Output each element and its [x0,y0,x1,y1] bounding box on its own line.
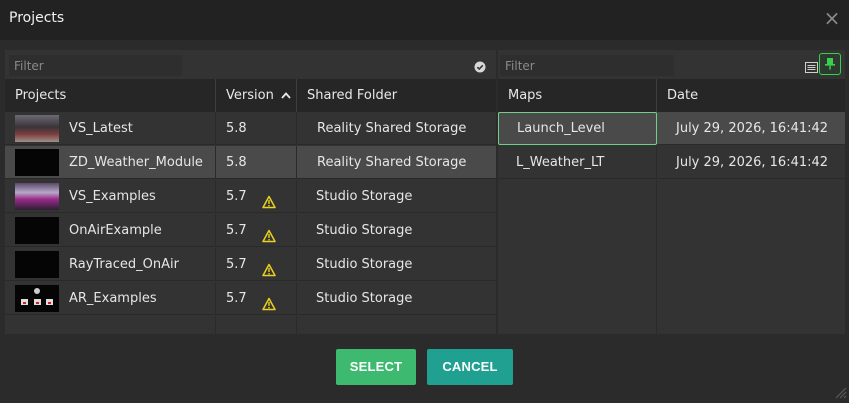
project-thumbnail [15,251,59,278]
project-name: VS_Latest [69,121,133,136]
maps-table-header: Maps Date [498,79,845,112]
project-version: 5.8 [226,155,247,170]
map-name: L_Weather_LT [516,155,605,170]
column-header-shared-folder[interactable]: Shared Folder [297,79,496,112]
warning-icon [262,189,276,209]
map-row-selected[interactable]: Launch_Level July 29, 2026, 16:41:42 [498,112,845,145]
resize-grip-icon[interactable] [833,384,847,399]
projects-filter-input[interactable] [9,55,182,76]
select-button[interactable]: SELECT [336,349,416,385]
project-row[interactable]: AR_Examples 5.7 Studio Storage [5,282,496,315]
table-column-divider [215,316,216,334]
maps-panel: Maps Date Launch_Level July 29, 2026, 16… [498,50,845,334]
project-thumbnail [15,183,59,210]
project-shared-folder: Studio Storage [316,223,413,238]
project-shared-folder: Reality Shared Storage [317,155,467,170]
column-header-projects[interactable]: Projects [5,79,216,112]
project-version: 5.7 [226,189,247,204]
project-version: 5.7 [226,257,247,272]
projects-panel: Projects Version Shared Folder VS_Latest… [5,50,496,334]
column-header-label: Shared Folder [307,88,398,103]
sort-ascending-icon [281,79,291,99]
warning-icon [262,257,276,277]
pin-icon[interactable] [819,53,841,75]
window-title: Projects [9,10,65,26]
project-shared-folder: Studio Storage [316,291,413,306]
project-version: 5.7 [226,223,247,238]
column-header-maps[interactable]: Maps [498,79,657,112]
details-list-icon[interactable] [805,58,818,73]
project-version: 5.8 [226,121,247,136]
project-row-selected[interactable]: ZD_Weather_Module 5.8 Reality Shared Sto… [5,146,496,179]
maps-filter-input[interactable] [500,55,674,76]
column-header-version[interactable]: Version [216,79,297,112]
map-date: July 29, 2026, 16:41:42 [676,121,829,136]
project-shared-folder: Studio Storage [316,189,413,204]
close-icon[interactable]: × [823,7,841,29]
project-row[interactable]: VS_Examples 5.7 Studio Storage [5,180,496,213]
project-shared-folder: Reality Shared Storage [317,121,467,136]
project-name: ZD_Weather_Module [69,155,203,170]
project-row[interactable]: RayTraced_OnAir 5.7 Studio Storage [5,248,496,281]
project-shared-folder: Studio Storage [316,257,413,272]
column-header-label: Date [667,88,699,103]
column-header-label: Version [226,88,274,103]
projects-table-header: Projects Version Shared Folder [5,79,496,112]
project-name: AR_Examples [69,291,157,306]
map-name: Launch_Level [517,121,605,136]
table-column-divider [296,316,297,334]
project-thumbnail [15,115,59,142]
project-row[interactable]: OnAirExample 5.7 Studio Storage [5,214,496,247]
project-version: 5.7 [226,291,247,306]
filter-check-icon[interactable] [474,58,486,73]
project-thumbnail [15,217,59,244]
map-row[interactable]: L_Weather_LT July 29, 2026, 16:41:42 [498,146,845,179]
project-name: RayTraced_OnAir [69,257,179,272]
table-column-divider [656,180,657,334]
project-name: VS_Examples [69,189,156,204]
project-thumbnail [15,285,59,312]
column-header-date[interactable]: Date [657,79,845,112]
warning-icon [262,291,276,311]
column-header-label: Maps [508,88,543,103]
project-thumbnail [15,149,59,176]
cancel-button[interactable]: CANCEL [427,349,513,385]
project-name: OnAirExample [69,223,162,238]
title-bar: Projects × [0,0,849,40]
map-date: July 29, 2026, 16:41:42 [676,155,829,170]
warning-icon [262,223,276,243]
column-header-label: Projects [15,88,67,103]
project-row[interactable]: VS_Latest 5.8 Reality Shared Storage [5,112,496,145]
